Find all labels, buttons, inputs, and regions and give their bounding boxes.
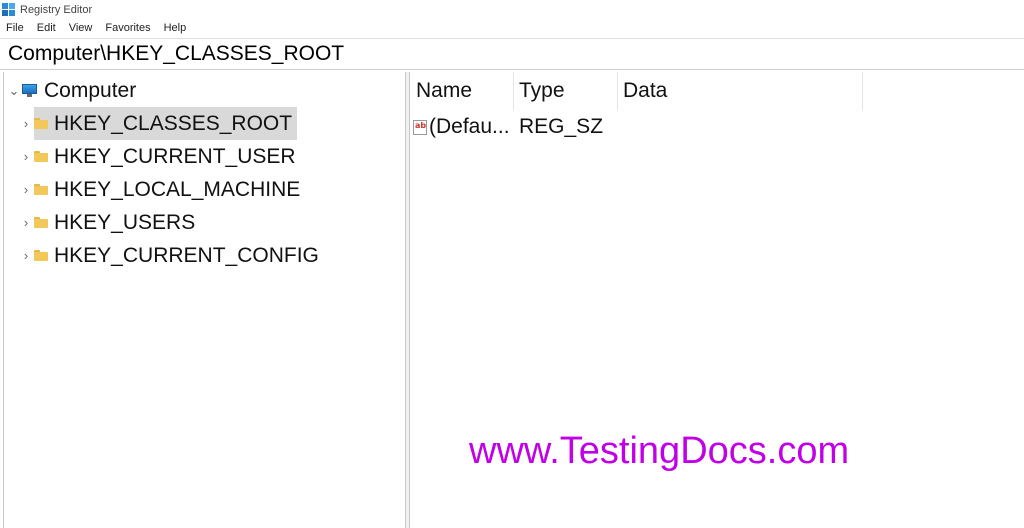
tree-node-label: HKEY_CURRENT_CONFIG: [54, 243, 319, 267]
tree-node-hkey-users[interactable]: › HKEY_USERS: [18, 206, 200, 239]
folder-icon: [34, 184, 48, 195]
folder-icon: [34, 217, 48, 228]
tree-node-label: HKEY_CURRENT_USER: [54, 144, 296, 168]
column-header-name[interactable]: Name: [411, 72, 514, 110]
tree-node-label: HKEY_USERS: [54, 210, 196, 234]
address-path[interactable]: Computer\HKEY_CLASSES_ROOT: [8, 42, 344, 66]
tree-node-hkey-current-config[interactable]: › HKEY_CURRENT_CONFIG: [18, 239, 324, 272]
string-value-icon: ab: [413, 119, 427, 135]
chevron-right-icon[interactable]: ›: [18, 116, 34, 131]
tree-node-label: Computer: [44, 78, 137, 102]
watermark-text: www.TestingDocs.com: [469, 430, 850, 472]
column-header-data[interactable]: Data: [618, 72, 863, 110]
menu-view[interactable]: View: [63, 22, 100, 34]
tree-node-hkey-current-user[interactable]: › HKEY_CURRENT_USER: [18, 140, 301, 173]
tree-node-hkey-local-machine[interactable]: › HKEY_LOCAL_MACHINE: [18, 173, 305, 206]
address-bar[interactable]: Computer\HKEY_CLASSES_ROOT: [0, 38, 1024, 70]
menu-file[interactable]: File: [0, 22, 31, 34]
menu-favorites[interactable]: Favorites: [99, 22, 157, 34]
folder-icon: [34, 118, 48, 129]
title-bar: Registry Editor: [0, 0, 1024, 19]
computer-icon: [22, 83, 37, 98]
value-type: REG_SZ: [519, 115, 604, 138]
tree-node-hkey-classes-root[interactable]: › HKEY_CLASSES_ROOT: [18, 107, 298, 140]
chevron-right-icon[interactable]: ›: [18, 149, 34, 164]
chevron-down-icon[interactable]: ⌄: [6, 83, 22, 99]
chevron-right-icon[interactable]: ›: [18, 182, 34, 197]
registry-editor-icon: [2, 2, 16, 17]
tree-node-computer[interactable]: ⌄ Computer: [6, 74, 139, 107]
chevron-right-icon[interactable]: ›: [18, 215, 34, 230]
value-name: (Defau...: [429, 115, 510, 138]
value-name-cell: ab (Defau...: [413, 112, 514, 142]
key-tree-pane[interactable]: ⌄ Computer › HKEY_CLASSES_ROOT › HKEY_CU…: [3, 72, 406, 528]
menu-bar: File Edit View Favorites Help: [0, 19, 1024, 37]
menu-edit[interactable]: Edit: [31, 22, 63, 34]
folder-icon: [34, 250, 48, 261]
column-header-type[interactable]: Type: [514, 72, 618, 110]
pane-splitter[interactable]: [406, 72, 410, 528]
tree-node-label: HKEY_CLASSES_ROOT: [54, 111, 293, 135]
chevron-right-icon[interactable]: ›: [18, 248, 34, 263]
tree-node-label: HKEY_LOCAL_MACHINE: [54, 177, 301, 201]
folder-icon: [34, 151, 48, 162]
value-row[interactable]: ab (Defau... REG_SZ: [411, 112, 1024, 142]
window-title: Registry Editor: [20, 3, 93, 16]
menu-help[interactable]: Help: [158, 22, 194, 34]
